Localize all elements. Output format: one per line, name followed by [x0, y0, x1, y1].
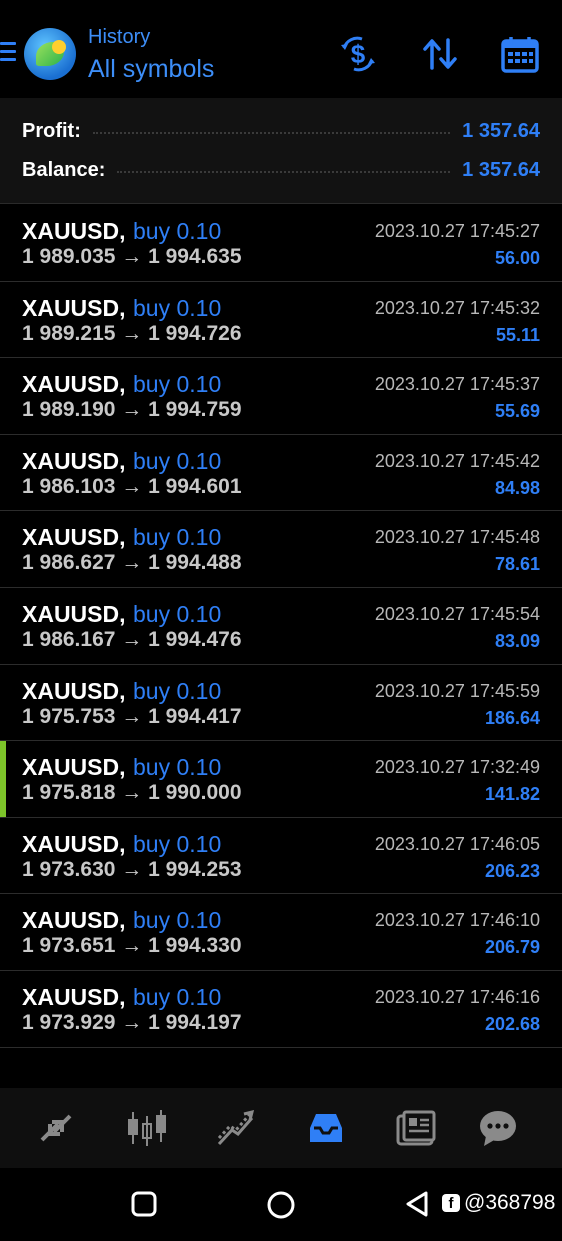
deal-time: 2023.10.27 17:46:16: [374, 986, 540, 1007]
deal-prices: 1 989.215 → 1 994.726: [22, 321, 242, 345]
deal-symbol: XAUUSD,: [22, 371, 126, 398]
deal-row-selected[interactable]: XAUUSD, buy 0.10 2023.10.27 17:32:49 1 9…: [0, 741, 562, 818]
deal-symbol: XAUUSD,: [22, 447, 126, 474]
deal-profit: 202.68: [484, 1013, 540, 1034]
deal-prices: 1 986.167 → 1 994.476: [22, 627, 242, 651]
deal-symbol: XAUUSD,: [22, 677, 126, 704]
dotted-leader: [117, 171, 451, 173]
balance-label: Balance:: [22, 158, 106, 181]
deal-prices: 1 989.035 → 1 994.635: [22, 245, 242, 268]
deal-profit: 83.09: [494, 630, 540, 651]
deal-time: 2023.10.27 17:45:54: [374, 603, 540, 624]
deal-profit: 56.00: [494, 248, 540, 268]
metatrader-logo: [24, 28, 76, 80]
watermark: f @368798: [442, 1191, 555, 1215]
calendar-icon[interactable]: [500, 34, 540, 74]
deal-prices: 1 989.190 → 1 994.759: [22, 398, 242, 422]
deal-prices: 1 986.627 → 1 994.488: [22, 551, 242, 575]
back-icon[interactable]: [404, 1190, 432, 1218]
deal-type: buy 0.10: [133, 907, 222, 934]
deal-prices: 1 975.753 → 1 994.417: [22, 704, 242, 728]
deal-symbol: XAUUSD,: [22, 907, 126, 934]
deal-time: 2023.10.27 17:45:27: [374, 221, 540, 241]
deal-symbol: XAUUSD,: [22, 524, 126, 551]
summary-panel: Profit: 1 357.64 Balance: 1 357.64: [0, 98, 562, 204]
deal-time: 2023.10.27 17:45:37: [374, 374, 540, 395]
deal-row[interactable]: XAUUSD, buy 0.10 2023.10.27 17:46:16 1 9…: [0, 970, 562, 1048]
top-app-bar: History All symbols $: [0, 0, 562, 98]
symbol-filter-title[interactable]: All symbols: [88, 55, 214, 84]
deal-profit: 55.69: [494, 401, 540, 422]
deal-symbol: XAUUSD,: [22, 983, 126, 1010]
deal-row[interactable]: XAUUSD, buy 0.10 2023.10.27 17:45:54 1 9…: [0, 587, 562, 665]
chart-icon[interactable]: [127, 1108, 167, 1148]
deal-time: 2023.10.27 17:45:59: [374, 680, 540, 701]
recents-icon[interactable]: [130, 1190, 158, 1218]
profit-row: Profit: 1 357.64: [22, 116, 540, 146]
svg-text:$: $: [351, 39, 366, 69]
currency-exchange-icon[interactable]: $: [338, 34, 378, 74]
deal-profit: 206.79: [484, 937, 540, 958]
deal-profit: 141.82: [484, 784, 540, 805]
deal-prices: 1 986.103 → 1 994.601: [22, 474, 242, 498]
bottom-navigation: [0, 1088, 562, 1168]
deal-row[interactable]: XAUUSD, buy 0.10 2023.10.27 17:45:42 1 9…: [0, 434, 562, 512]
deal-type: buy 0.10: [133, 830, 222, 857]
deal-row[interactable]: XAUUSD, buy 0.10 2023.10.27 17:45:27 1 9…: [0, 205, 562, 282]
balance-row: Balance: 1 357.64: [22, 155, 540, 185]
deal-time: 2023.10.27 17:32:49: [374, 757, 540, 778]
dotted-leader: [92, 132, 451, 134]
balance-value: 1 357.64: [462, 158, 540, 181]
deal-row[interactable]: XAUUSD, buy 0.10 2023.10.27 17:46:05 1 9…: [0, 817, 562, 895]
sort-icon[interactable]: [420, 34, 460, 74]
page-subtitle: History: [88, 26, 151, 48]
deal-time: 2023.10.27 17:46:10: [374, 910, 540, 931]
deal-row[interactable]: XAUUSD, buy 0.10 2023.10.27 17:45:37 1 9…: [0, 358, 562, 435]
trade-icon[interactable]: [216, 1108, 256, 1148]
profit-label: Profit:: [22, 119, 81, 142]
deal-prices: 1 973.651 → 1 994.330: [22, 934, 242, 958]
menu-icon[interactable]: [0, 42, 16, 64]
deal-time: 2023.10.27 17:46:05: [374, 833, 540, 854]
deals-list: XAUUSD, buy 0.10 2023.10.27 17:45:27 1 9…: [0, 205, 562, 1048]
quotes-icon[interactable]: [36, 1108, 76, 1148]
deal-row[interactable]: XAUUSD, buy 0.10 2023.10.27 17:46:10 1 9…: [0, 894, 562, 971]
deal-type: buy 0.10: [133, 677, 222, 704]
deal-type: buy 0.10: [133, 600, 222, 627]
deal-profit: 206.23: [484, 860, 540, 881]
deal-prices: 1 973.929 → 1 994.197: [22, 1010, 242, 1034]
deal-prices: 1 973.630 → 1 994.253: [22, 857, 242, 881]
deal-profit: 55.11: [495, 324, 540, 345]
home-icon[interactable]: [266, 1190, 296, 1220]
deal-row[interactable]: XAUUSD, buy 0.10 2023.10.27 17:45:32 1 9…: [0, 281, 562, 359]
deal-type: buy 0.10: [133, 524, 222, 551]
news-icon[interactable]: [396, 1108, 436, 1148]
deal-type: buy 0.10: [133, 447, 222, 474]
watermark-text: @368798: [464, 1191, 556, 1214]
deal-profit: 78.61: [494, 554, 540, 575]
deal-time: 2023.10.27 17:45:48: [374, 527, 540, 548]
deal-symbol: XAUUSD,: [22, 294, 126, 321]
history-icon[interactable]: [306, 1108, 346, 1148]
deal-symbol: XAUUSD,: [22, 600, 126, 627]
deal-row[interactable]: XAUUSD, buy 0.10 2023.10.27 17:45:48 1 9…: [0, 511, 562, 588]
deal-symbol: XAUUSD,: [22, 830, 126, 857]
deal-type: buy 0.10: [133, 754, 222, 781]
deal-type: buy 0.10: [133, 294, 222, 321]
deal-prices: 1 975.818 → 1 990.000: [22, 781, 242, 805]
profit-value: 1 357.64: [462, 119, 540, 142]
deal-type: buy 0.10: [133, 371, 222, 398]
facebook-icon: f: [442, 1194, 460, 1212]
deal-time: 2023.10.27 17:45:42: [374, 450, 540, 471]
deal-symbol: XAUUSD,: [22, 218, 126, 244]
deal-row[interactable]: XAUUSD, buy 0.10 2023.10.27 17:45:59 1 9…: [0, 664, 562, 742]
deal-symbol: XAUUSD,: [22, 754, 126, 781]
chat-icon[interactable]: [478, 1108, 518, 1148]
deal-time: 2023.10.27 17:45:32: [374, 297, 540, 318]
deal-type: buy 0.10: [133, 218, 222, 244]
deal-profit: 84.98: [494, 477, 540, 498]
deal-profit: 186.64: [484, 707, 540, 728]
deal-type: buy 0.10: [133, 983, 222, 1010]
